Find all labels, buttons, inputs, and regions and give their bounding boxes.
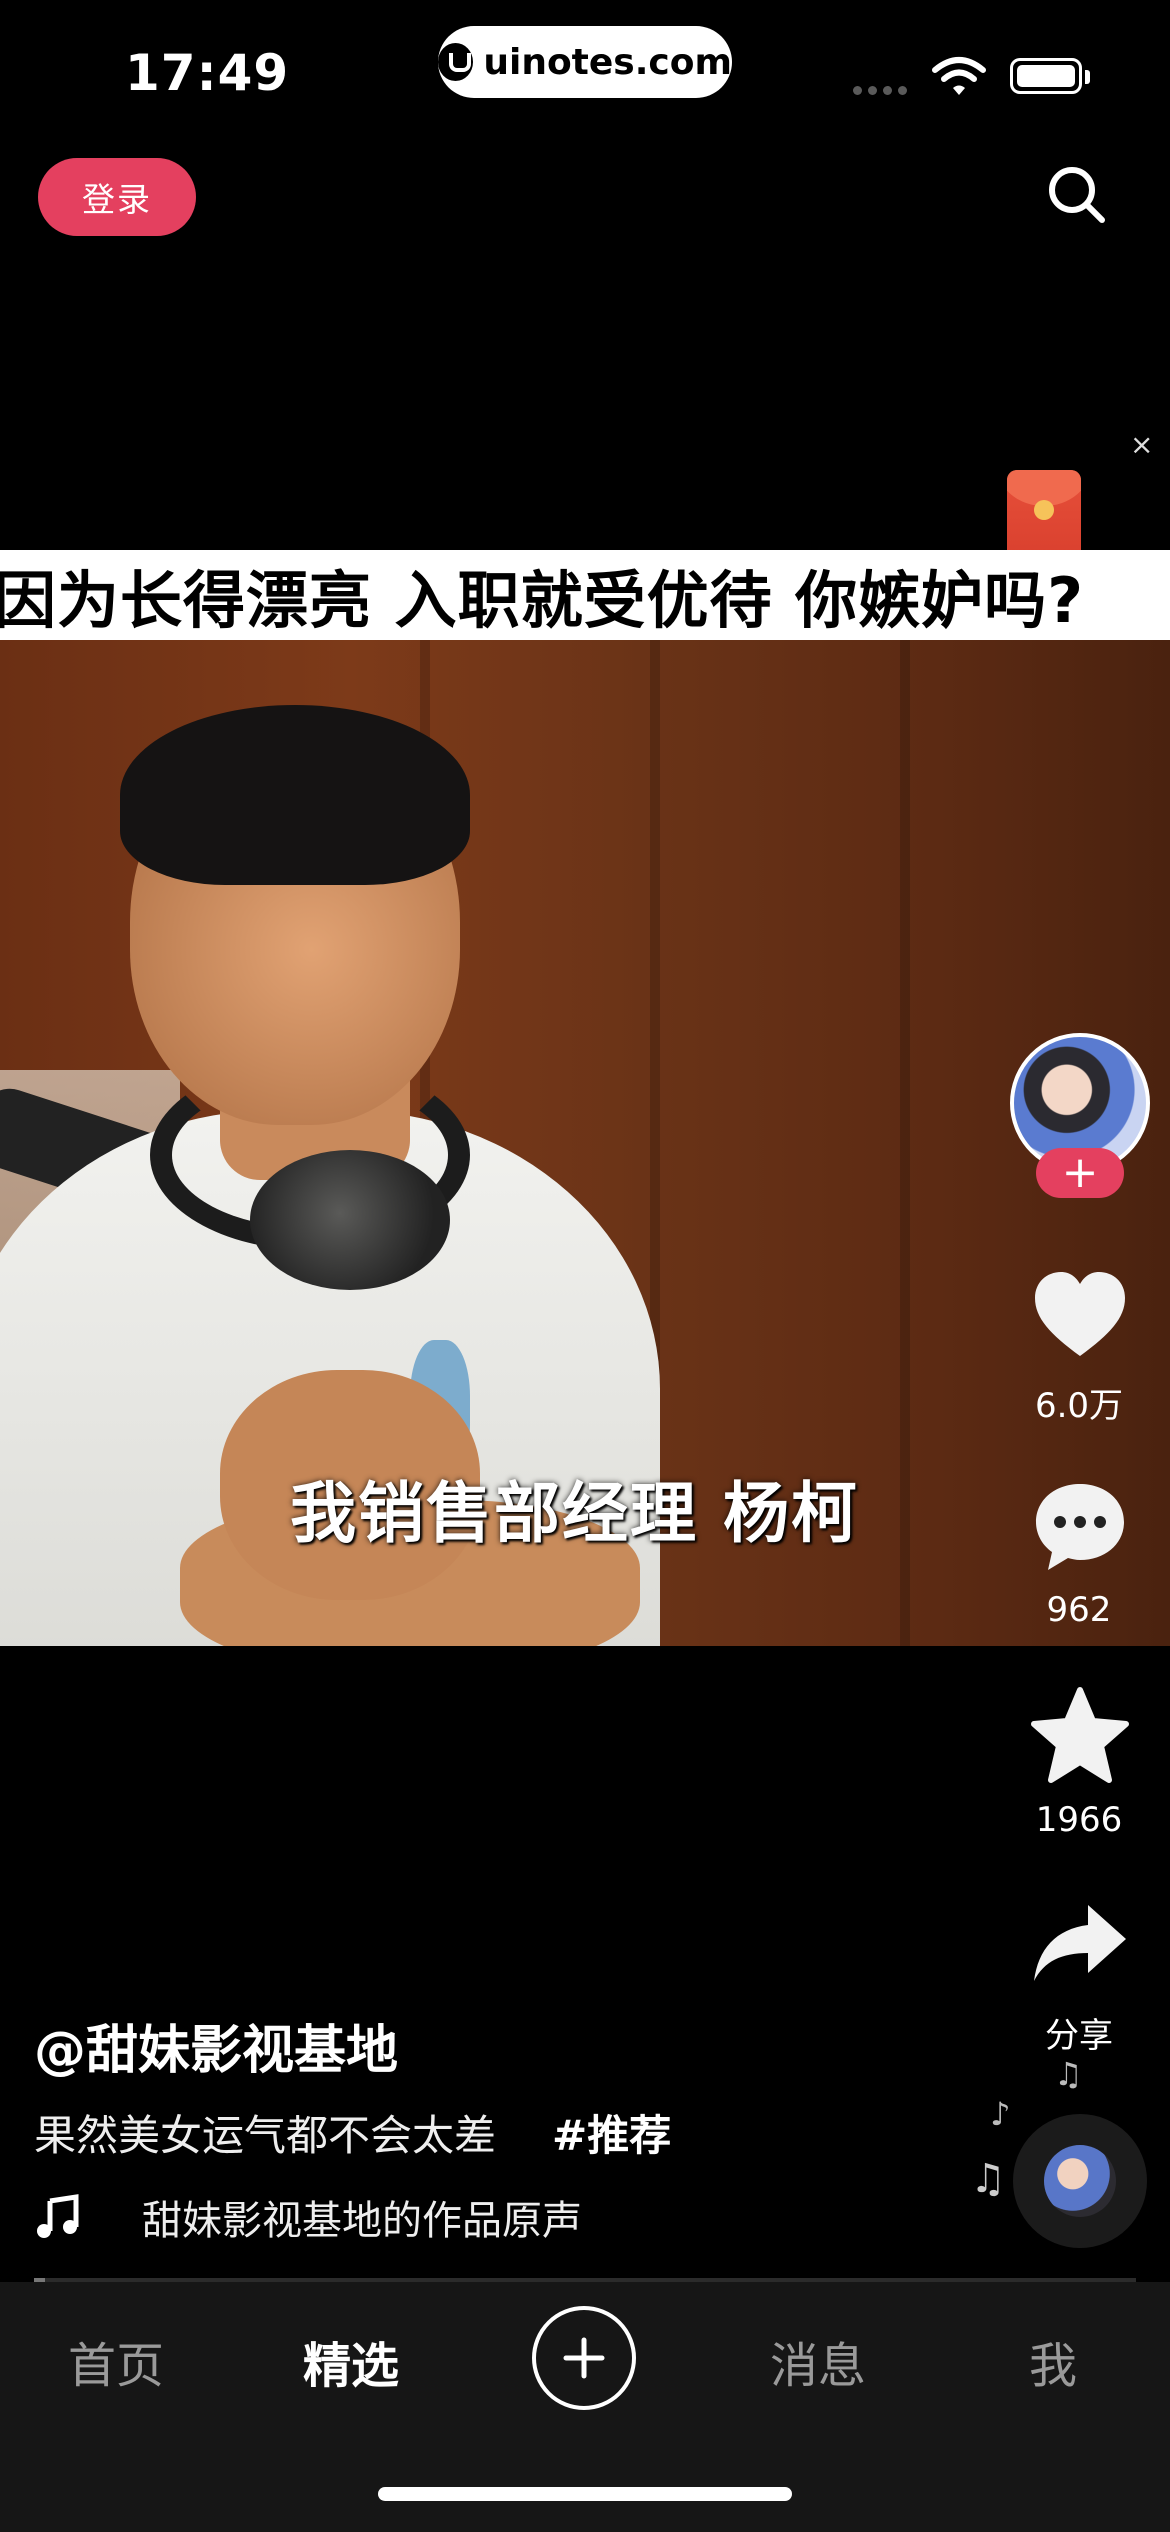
tab-featured[interactable]: 精选 bbox=[266, 2326, 436, 2396]
add-button[interactable] bbox=[532, 2306, 636, 2410]
music-note-icon: ♫ bbox=[970, 2156, 1006, 2202]
signal-icon bbox=[853, 86, 907, 95]
music-title: 甜妹影视基地的作品原声 bbox=[142, 2198, 582, 2244]
home-indicator bbox=[378, 2487, 792, 2501]
status-time: 17:49 bbox=[125, 44, 290, 102]
heart-icon[interactable] bbox=[1030, 1266, 1130, 1366]
video-title-text: 因为长得漂亮 入职就受优待 你嫉妒吗? bbox=[0, 564, 1085, 637]
video-subtitle: 我销售部经理 杨柯 bbox=[290, 1475, 859, 1552]
red-packet-icon[interactable] bbox=[1007, 470, 1081, 560]
music-note-icon bbox=[37, 2194, 79, 2238]
battery-tip bbox=[1085, 70, 1090, 84]
video-frame[interactable]: 我销售部经理 杨柯 bbox=[0, 640, 1170, 1646]
music-note-icon: ♪ bbox=[990, 2095, 1011, 2133]
comment-icon[interactable] bbox=[1030, 1476, 1130, 1576]
wifi-icon bbox=[932, 57, 986, 95]
hashtag-link[interactable]: #推荐 bbox=[552, 2111, 671, 2160]
author-name[interactable]: @甜妹影视基地 bbox=[34, 2008, 398, 2083]
share-icon[interactable] bbox=[1030, 1895, 1130, 1995]
music-disc-cover bbox=[1044, 2145, 1116, 2217]
site-logo-icon bbox=[438, 43, 474, 81]
login-button[interactable]: 登录 bbox=[38, 158, 196, 236]
music-disc[interactable] bbox=[1013, 2114, 1147, 2248]
search-icon[interactable] bbox=[1044, 162, 1108, 226]
url-pill[interactable]: uinotes.com bbox=[438, 26, 732, 98]
video-title-overlay: 因为长得漂亮 入职就受优待 你嫉妒吗? bbox=[0, 550, 1170, 640]
promo-close-icon[interactable]: × bbox=[1130, 428, 1153, 461]
tab-home[interactable]: 首页 bbox=[31, 2326, 201, 2396]
tab-me[interactable]: 我 bbox=[968, 2326, 1138, 2396]
tab-messages[interactable]: 消息 bbox=[733, 2326, 903, 2396]
share-label: 分享 bbox=[1045, 2016, 1113, 2056]
plus-icon bbox=[563, 2337, 605, 2379]
music-note-icon: ♫ bbox=[1054, 2055, 1083, 2093]
favorite-count: 1966 bbox=[1035, 1800, 1123, 1840]
video-description: 果然美女运气都不会太差 #推荐 bbox=[34, 2102, 671, 2163]
description-text: 果然美女运气都不会太差 bbox=[34, 2111, 497, 2160]
battery-icon bbox=[1010, 58, 1082, 94]
follow-button[interactable]: + bbox=[1036, 1148, 1124, 1198]
music-row[interactable]: 甜妹影视基地的作品原声 bbox=[34, 2188, 582, 2246]
like-count: 6.0万 bbox=[1034, 1386, 1124, 1426]
url-text: uinotes.com bbox=[483, 41, 732, 83]
star-icon[interactable] bbox=[1030, 1686, 1130, 1786]
comment-count: 962 bbox=[1046, 1590, 1112, 1630]
